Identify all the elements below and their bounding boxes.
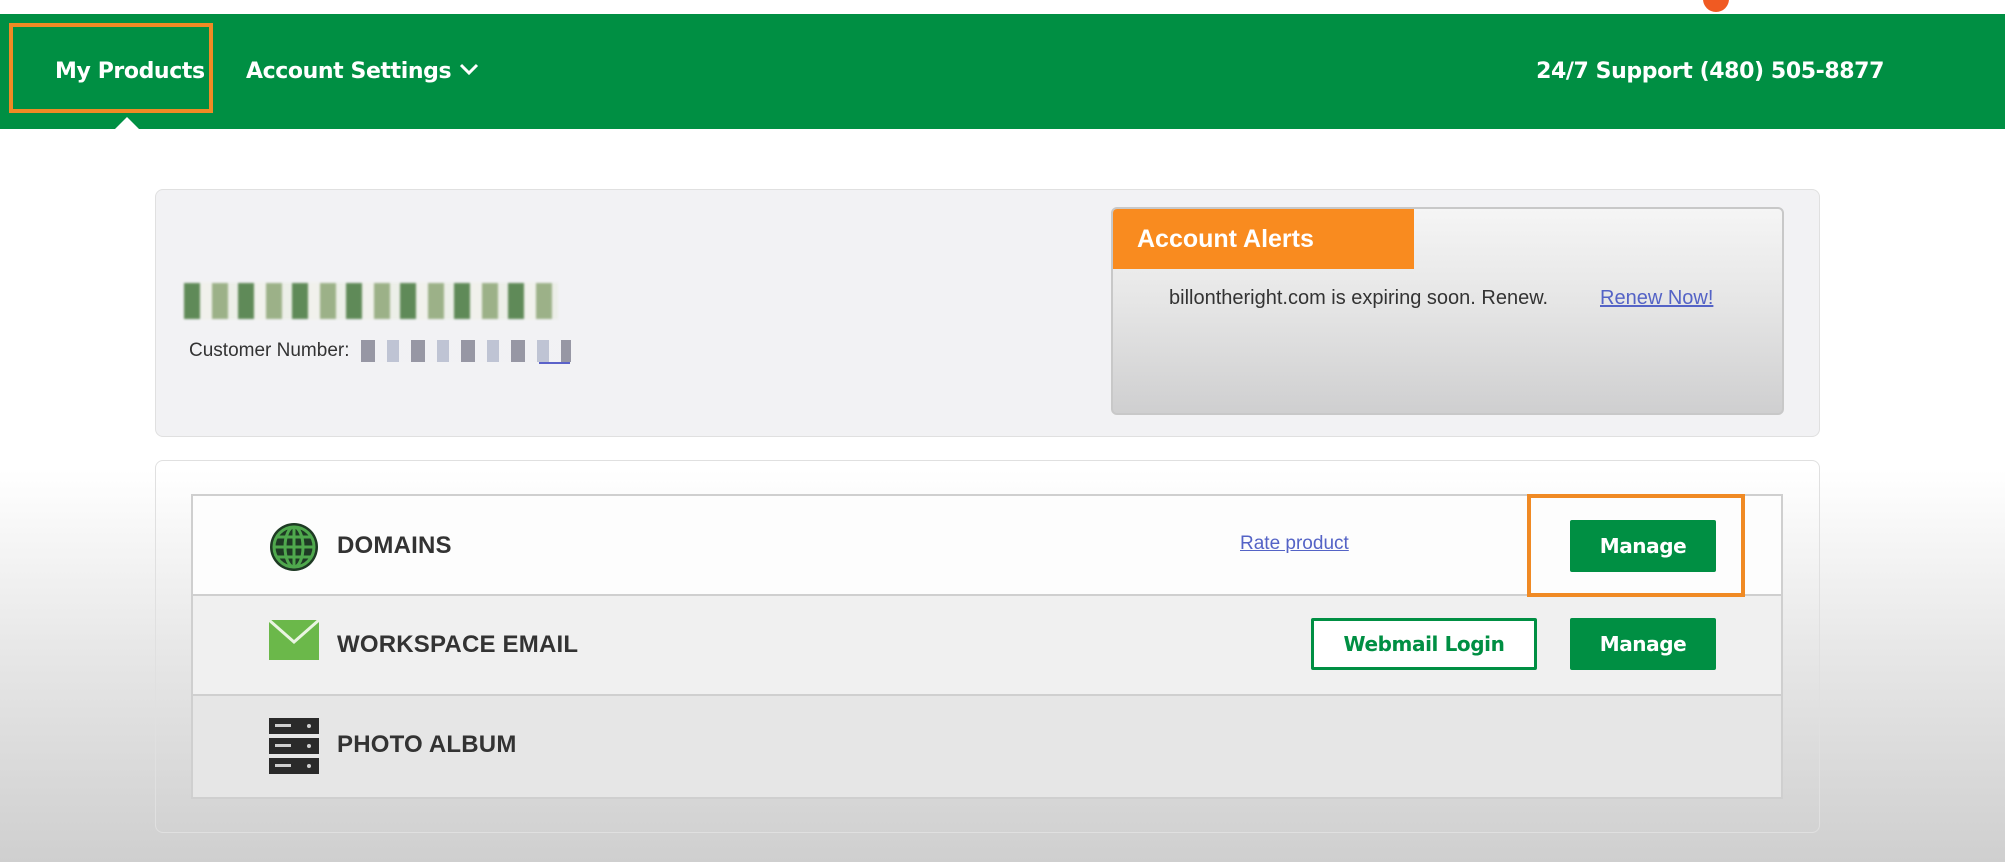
chevron-down-icon (459, 12, 479, 127)
nav-account-settings-label: Account Settings (246, 59, 452, 84)
alert-message: billontheright.com is expiring soon. Ren… (1169, 287, 1549, 309)
product-row-domains: DOMAINS Rate product Manage (193, 496, 1781, 596)
product-row-photo-album: PHOTO ALBUM (193, 696, 1781, 797)
manage-email-button[interactable]: Manage (1570, 618, 1716, 670)
product-name-photo-album: PHOTO ALBUM (337, 731, 517, 758)
active-nav-indicator (114, 117, 140, 130)
redacted-customer-number (361, 340, 571, 362)
product-name-domains: DOMAINS (337, 532, 452, 559)
nav-account-settings[interactable]: Account Settings (246, 14, 479, 129)
webmail-login-button[interactable]: Webmail Login (1311, 618, 1537, 670)
redacted-customer-link[interactable] (539, 362, 570, 364)
account-alerts-title: Account Alerts (1113, 209, 1414, 269)
server-icon (269, 718, 319, 779)
products-table: DOMAINS Rate product Manage WORKSPACE EM… (191, 494, 1783, 799)
product-row-workspace-email: WORKSPACE EMAIL Webmail Login Manage (193, 596, 1781, 696)
customer-number-label: Customer Number: (189, 340, 350, 361)
top-navigation-bar: My Products Account Settings 24/7 Suppor… (0, 14, 2005, 129)
support-phone: 24/7 Support (480) 505-8877 (1536, 59, 1884, 84)
renew-now-link[interactable]: Renew Now! (1600, 287, 1713, 310)
envelope-icon (268, 618, 320, 665)
rate-product-link[interactable]: Rate product (1240, 533, 1349, 555)
product-name-workspace-email: WORKSPACE EMAIL (337, 631, 579, 658)
globe-icon (269, 522, 319, 577)
nav-my-products[interactable]: My Products (55, 14, 205, 129)
brand-dot (1703, 0, 1729, 12)
redacted-account-name (184, 283, 558, 319)
account-alerts-box: Account Alerts billontheright.com is exp… (1111, 207, 1784, 415)
manage-domains-button[interactable]: Manage (1570, 520, 1716, 572)
